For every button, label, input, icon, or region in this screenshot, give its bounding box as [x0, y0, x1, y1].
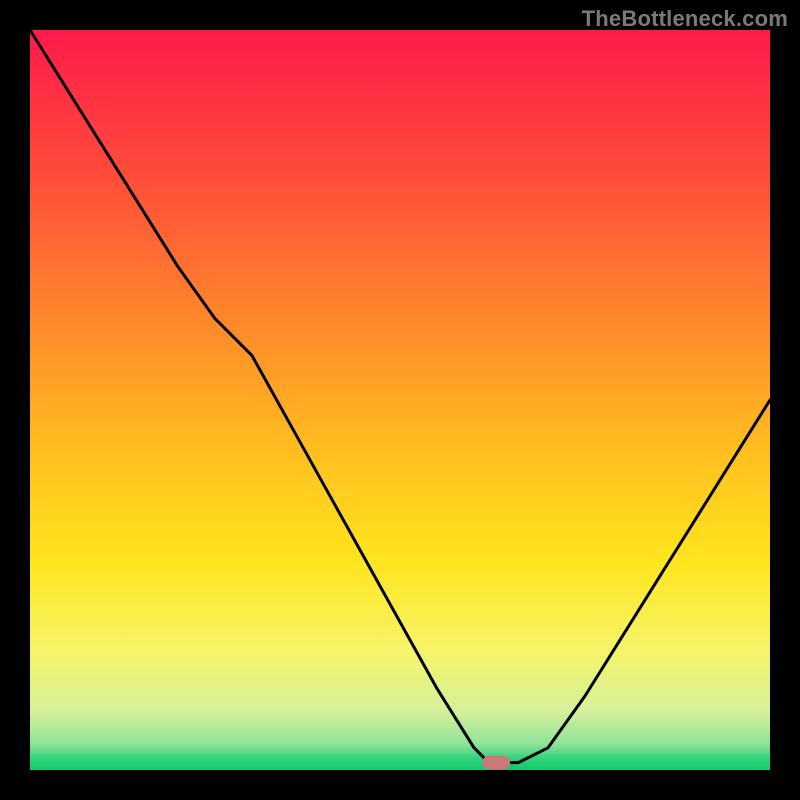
optimal-marker — [482, 756, 510, 770]
bottleneck-chart — [0, 0, 800, 800]
chart-container: TheBottleneck.com — [0, 0, 800, 800]
watermark-label: TheBottleneck.com — [582, 6, 788, 32]
chart-plot-area — [30, 30, 770, 770]
